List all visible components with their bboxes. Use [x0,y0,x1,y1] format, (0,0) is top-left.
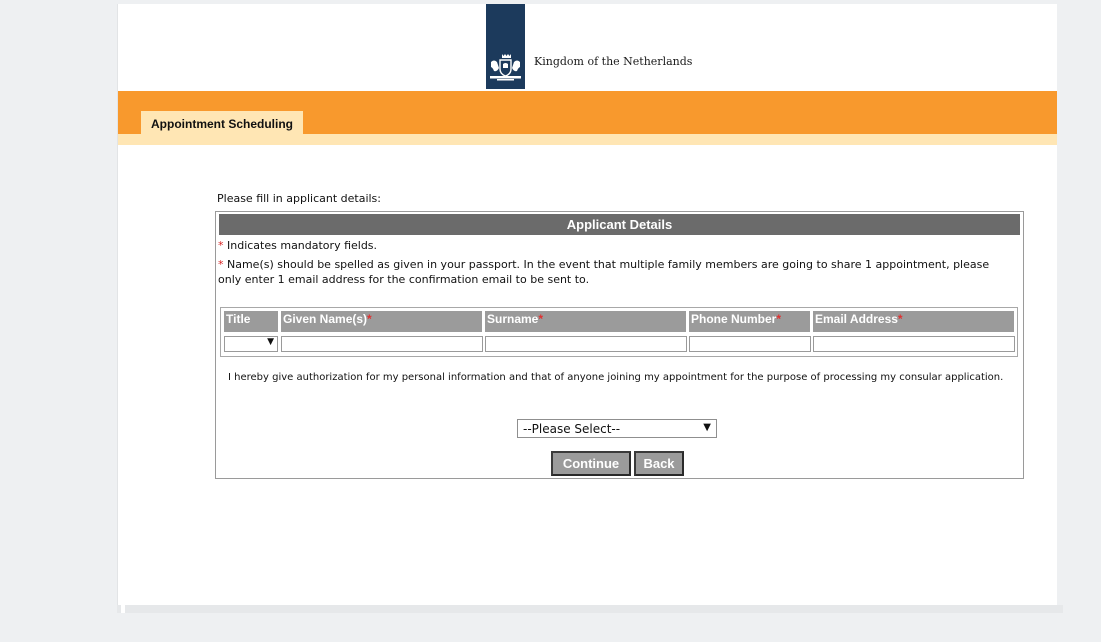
col-header-phone: Phone Number* [689,311,810,332]
back-button[interactable]: Back [634,451,684,476]
consent-select-value: --Please Select-- [523,421,621,436]
col-header-surname: Surname* [485,311,686,332]
section-title: Applicant Details [219,214,1020,235]
continue-button[interactable]: Continue [551,451,631,476]
email-input[interactable] [813,336,1015,352]
form-intro: Please fill in applicant details: [217,192,381,205]
page-bottom-edge [117,605,1063,613]
logo-text: Kingdom of the Netherlands [534,55,693,68]
surname-input[interactable] [485,336,687,352]
consent-select[interactable]: --Please Select-- ▼ [517,419,717,438]
col-header-email: Email Address* [813,311,1014,332]
phone-input[interactable] [689,336,811,352]
given-names-input[interactable] [281,336,483,352]
passport-note-text: Name(s) should be spelled as given in yo… [218,258,990,286]
chevron-down-icon: ▼ [703,422,711,433]
tab-appointment-scheduling[interactable]: Appointment Scheduling [141,111,303,136]
chevron-down-icon: ▼ [267,337,274,347]
page: Kingdom of the Netherlands Appointment S… [117,4,1057,605]
mandatory-note: * Indicates mandatory fields. [218,238,377,253]
page-edge [117,4,118,605]
passport-note: * Name(s) should be spelled as given in … [218,257,1008,287]
applicant-table: Title Given Name(s)* Surname* Phone Numb… [220,307,1018,357]
coat-of-arms-icon [490,54,521,81]
title-select[interactable]: ▼ [224,336,278,352]
mandatory-note-text: Indicates mandatory fields. [223,239,378,252]
col-header-title: Title [224,311,278,332]
col-header-given-names: Given Name(s)* [281,311,482,332]
logo-block [486,4,525,89]
consent-text: I hereby give authorization for my perso… [228,372,1004,383]
applicant-details-panel: Applicant Details * Indicates mandatory … [215,211,1024,479]
